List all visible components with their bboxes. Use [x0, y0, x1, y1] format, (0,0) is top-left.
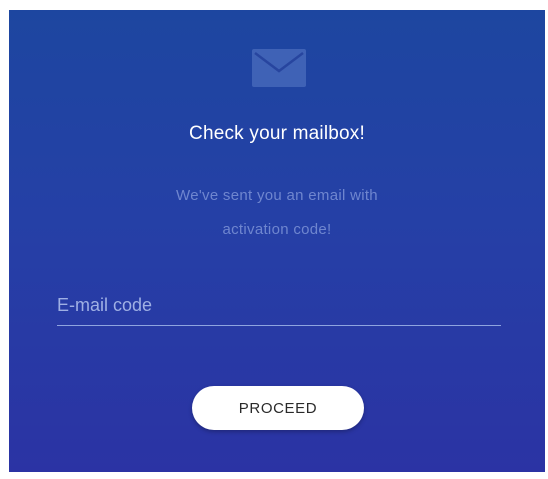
instruction-text: We've sent you an email with activation …	[127, 179, 427, 247]
instruction-line-2: activation code!	[222, 221, 332, 238]
envelope-icon	[252, 49, 306, 87]
page-title: Check your mailbox!	[189, 123, 365, 144]
activation-screen: Check your mailbox! We've sent you an em…	[9, 10, 545, 472]
proceed-button[interactable]: PROCEED	[192, 386, 364, 430]
instruction-line-1: We've sent you an email with	[176, 187, 378, 204]
email-code-input[interactable]	[57, 285, 501, 326]
